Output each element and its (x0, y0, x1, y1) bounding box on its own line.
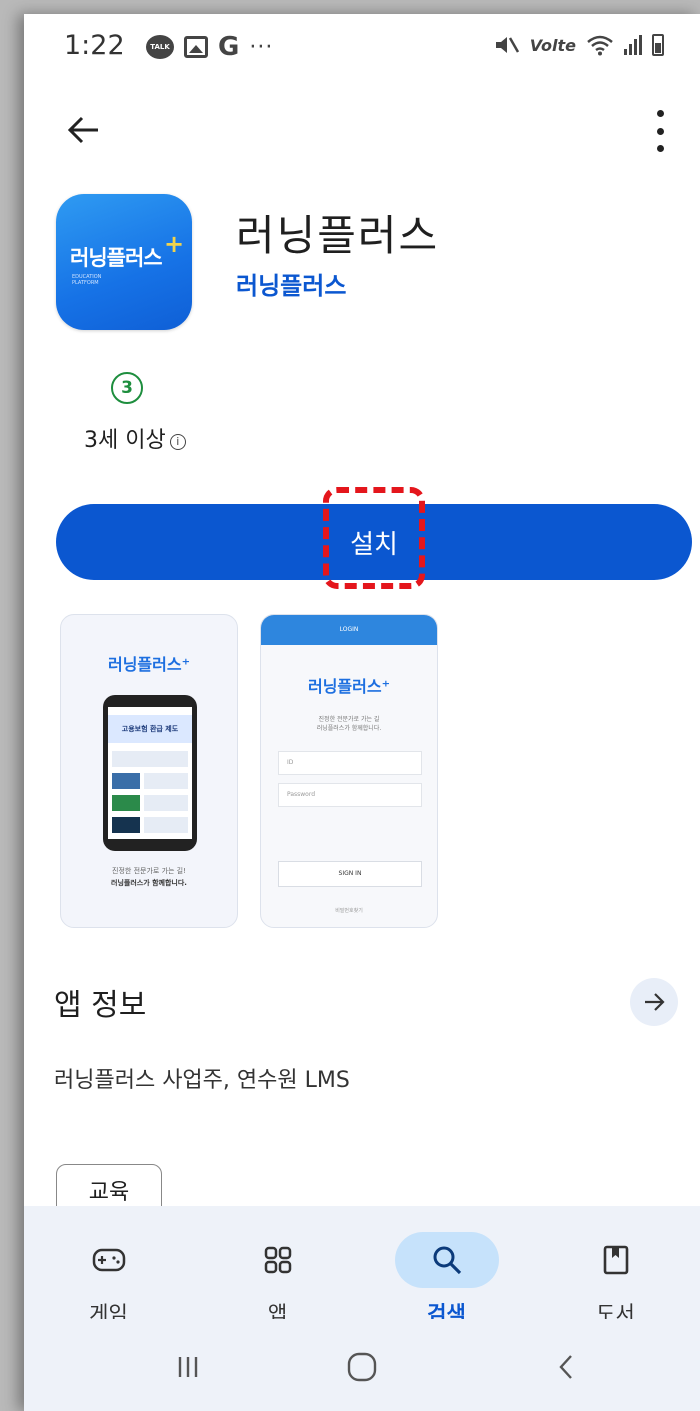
system-status-icons: Volte (494, 34, 664, 56)
recent-apps-button[interactable] (168, 1347, 208, 1387)
app-title: 러닝플러스 (236, 211, 440, 260)
login-footer: 비밀번호찾기 (335, 908, 363, 914)
app-icon-subtext: EDUCATION PLATFORM (72, 274, 102, 286)
screenshot-2[interactable]: LOGIN 러닝플러스⁺ 진정한 전문가로 가는 길 러닝플러스가 함께합니다.… (260, 614, 438, 928)
content-rating-text: 3세 이상 (84, 428, 166, 453)
login-header: LOGIN (261, 615, 437, 645)
phone-mockup: 고용보험 환급 제도 (103, 695, 197, 851)
battery-icon (652, 34, 664, 56)
more-notifications-icon: ··· (249, 34, 274, 60)
system-navigation-bar (24, 1319, 700, 1411)
mockup-banner: 고용보험 환급 제도 (108, 715, 192, 743)
app-icon: 러닝플러스 + EDUCATION PLATFORM (56, 194, 192, 330)
back-arrow-icon[interactable] (64, 110, 104, 150)
about-app-title: 앱 정보 (54, 988, 147, 1023)
info-icon[interactable]: i (169, 434, 186, 450)
search-icon (433, 1246, 461, 1275)
home-button[interactable] (342, 1347, 382, 1387)
home-icon (347, 1352, 377, 1382)
nav-item-search[interactable]: 검색 (362, 1206, 531, 1326)
about-arrow-button[interactable] (630, 978, 678, 1026)
mute-icon (495, 37, 519, 53)
volte-icon: Volte (529, 35, 576, 55)
app-icon-plus: + (164, 230, 185, 258)
book-icon (603, 1245, 628, 1275)
login-subtitle: 진정한 전문가로 가는 길 러닝플러스가 함께합니다. (316, 716, 382, 732)
status-time: 1:22 (64, 30, 125, 61)
login-password-field: Password (278, 783, 422, 807)
phone-screen: 1:22 TALK G ··· Volte 러닝플러스 + EDUCATION … (24, 14, 700, 1411)
app-icon-logo: 러닝플러스 (70, 246, 163, 270)
screenshot-logo: 러닝플러스⁺ (307, 677, 391, 696)
about-description: 러닝플러스 사업주, 연수원 LMS (54, 1068, 350, 1093)
content-rating-badge: 3 (111, 372, 143, 404)
login-id-field: ID (278, 751, 422, 775)
screenshot-1[interactable]: 러닝플러스⁺ 고용보험 환급 제도 진정한 전문가로 가는 길! 러닝플러스가 … (60, 614, 238, 928)
login-signin-button: SIGN IN (278, 861, 422, 887)
nav-item-games[interactable]: 게임 (24, 1206, 193, 1326)
back-button[interactable] (546, 1347, 586, 1387)
developer-link[interactable]: 러닝플러스 (236, 266, 346, 301)
notification-icons: TALK G ··· (146, 32, 273, 62)
content-rating-label[interactable]: 3세 이상 i (84, 422, 186, 454)
apps-grid-icon (264, 1246, 291, 1274)
screenshot-caption: 진정한 전문가로 가는 길! 러닝플러스가 함께합니다. (111, 867, 187, 887)
signal-icon (624, 35, 642, 55)
recent-apps-icon (178, 1357, 198, 1377)
kakaotalk-icon: TALK (146, 35, 174, 59)
nav-item-books[interactable]: 도서 (531, 1206, 700, 1326)
screenshot-logo: 러닝플러스⁺ (107, 655, 191, 674)
gamepad-icon (92, 1248, 125, 1272)
back-chevron-icon (559, 1355, 572, 1379)
google-icon: G (218, 32, 240, 62)
gallery-icon (184, 36, 208, 58)
install-button[interactable]: 설치 (56, 504, 692, 580)
overflow-menu-icon[interactable] (652, 110, 668, 152)
nav-item-apps[interactable]: 앱 (193, 1206, 362, 1326)
wifi-icon (587, 35, 613, 56)
status-bar: 1:22 TALK G ··· Volte (24, 14, 700, 76)
bottom-navigation: 게임 앱 검색 도서 (24, 1206, 700, 1326)
arrow-right-icon (645, 993, 665, 1011)
